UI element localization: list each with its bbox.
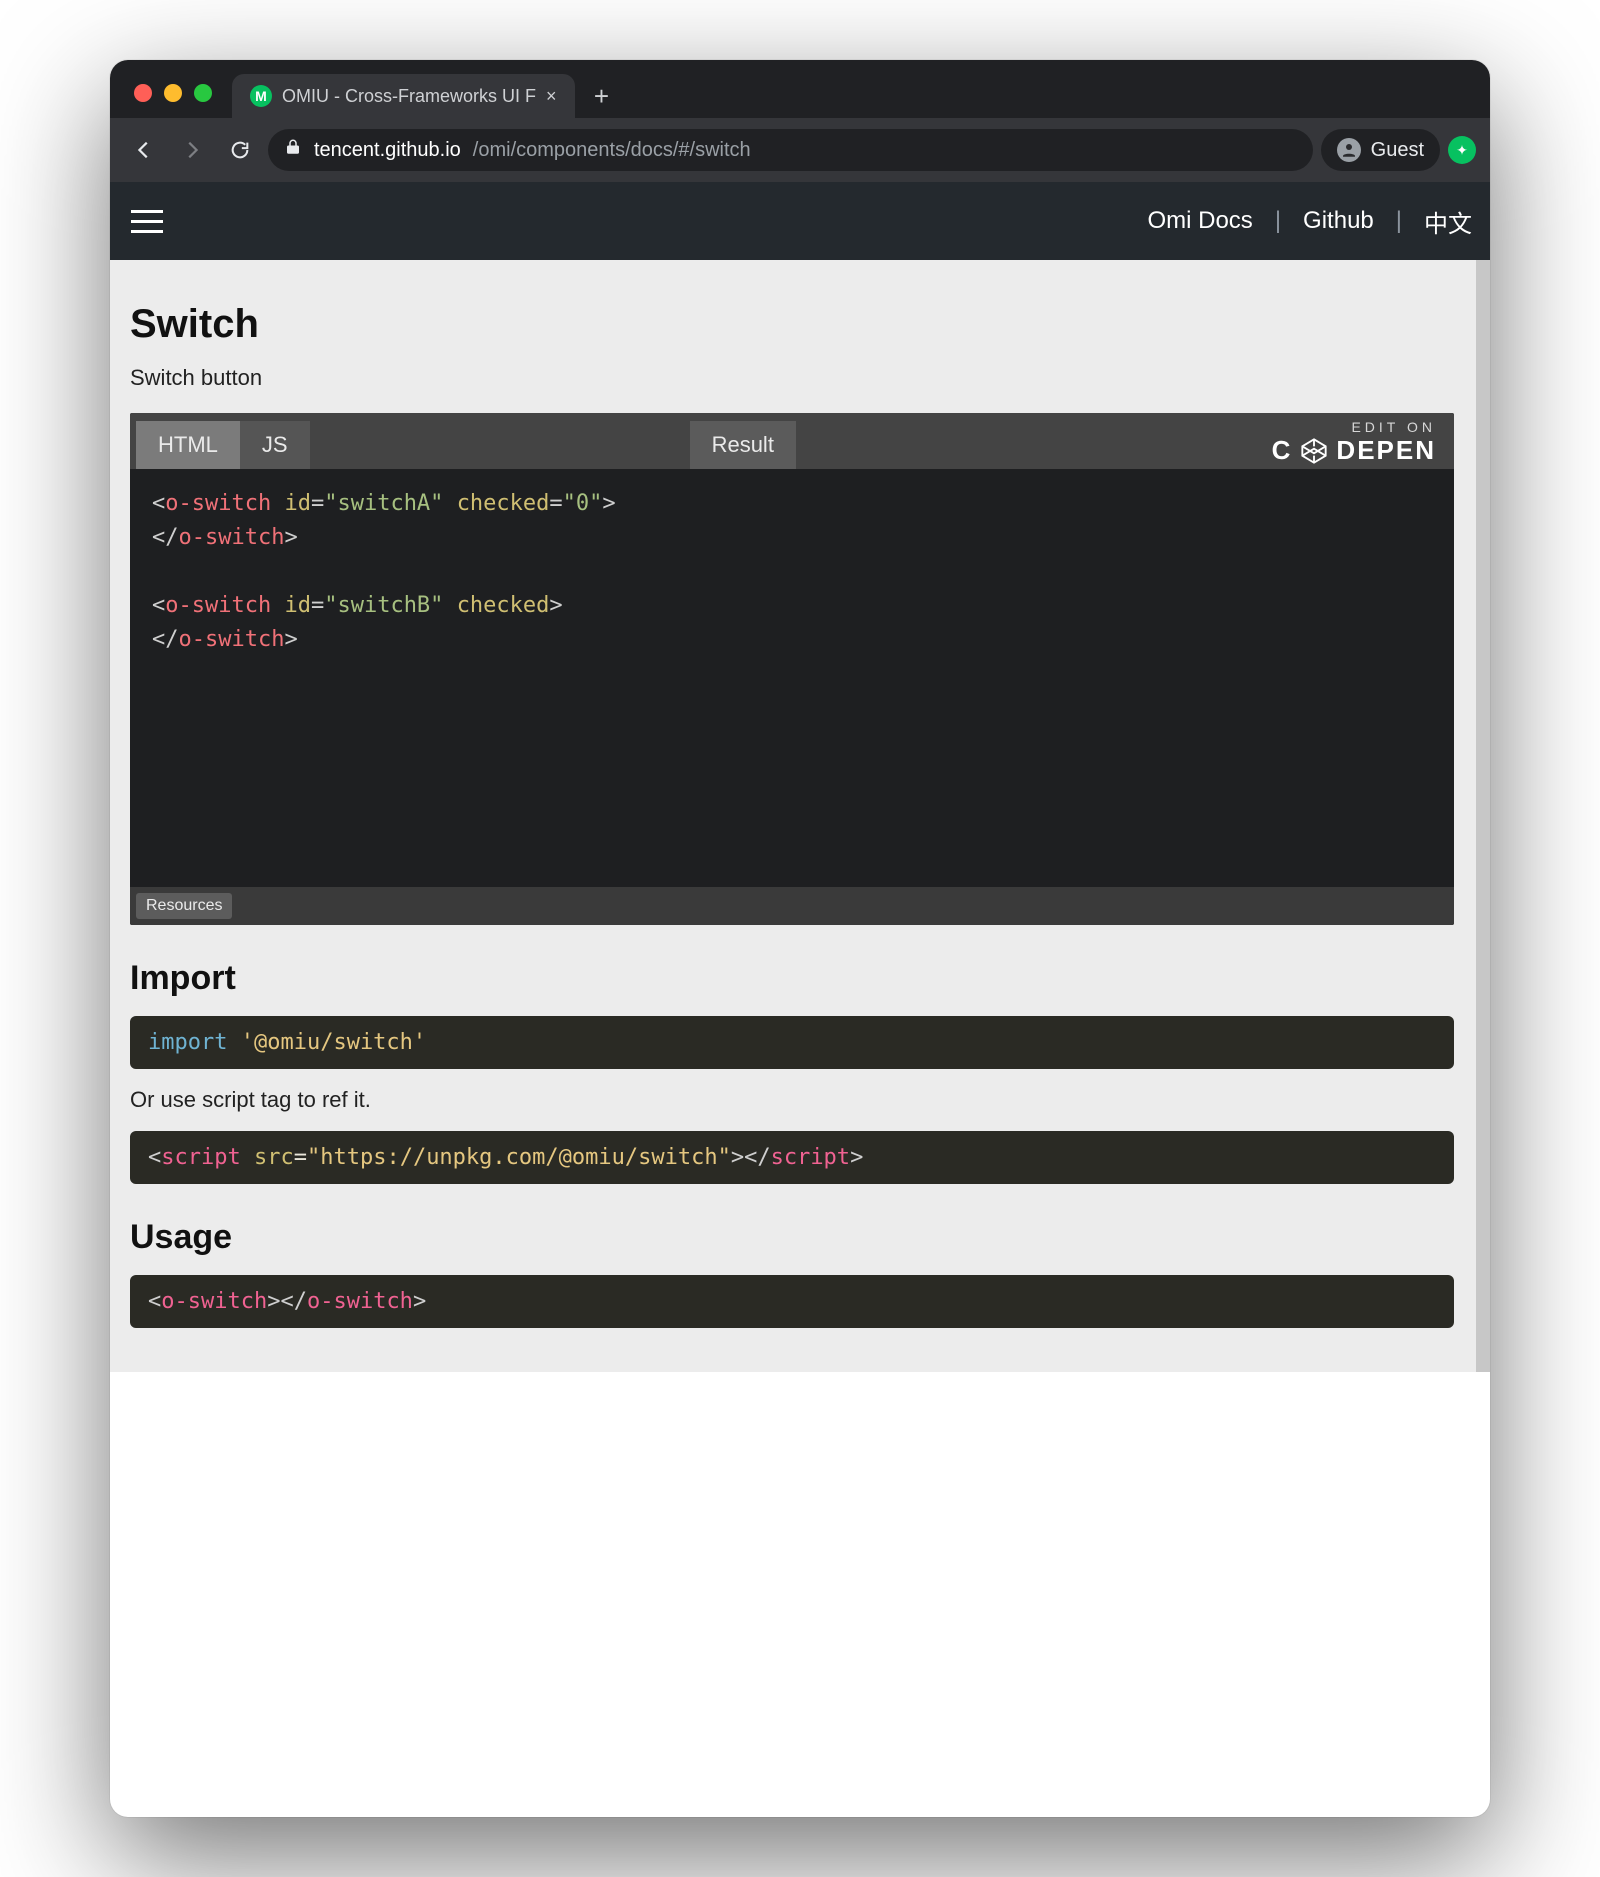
window-close-icon[interactable] bbox=[134, 84, 152, 102]
browser-toolbar: tencent.github.io/omi/components/docs/#/… bbox=[110, 118, 1490, 182]
hamburger-icon bbox=[131, 220, 163, 223]
tab-title: OMIU - Cross-Frameworks UI F bbox=[282, 86, 536, 107]
new-tab-button[interactable]: + bbox=[585, 79, 619, 113]
lock-icon bbox=[284, 138, 302, 162]
browser-window: M OMIU - Cross-Frameworks UI F × + tence… bbox=[110, 60, 1490, 1817]
codepen-code-area[interactable]: <o-switch id="switchA" checked="0"> </o-… bbox=[130, 469, 1454, 887]
codepen-logo-text-pre: C bbox=[1272, 435, 1293, 466]
reload-button[interactable] bbox=[220, 130, 260, 170]
nav-github[interactable]: Github bbox=[1303, 207, 1374, 235]
page-title: Switch bbox=[130, 302, 1454, 347]
codepen-tab-result[interactable]: Result bbox=[690, 421, 796, 469]
extension-icon[interactable]: ✦ bbox=[1448, 136, 1476, 164]
url-path: /omi/components/docs/#/switch bbox=[473, 139, 751, 162]
tab-strip: M OMIU - Cross-Frameworks UI F × + bbox=[110, 60, 1490, 118]
back-button[interactable] bbox=[124, 130, 164, 170]
codepen-tab-js[interactable]: JS bbox=[240, 421, 310, 469]
code-script-tag[interactable]: <script src="https://unpkg.com/@omiu/swi… bbox=[130, 1131, 1454, 1184]
page-body: Switch Switch button HTML JS Result EDIT… bbox=[110, 260, 1490, 1372]
header-nav: Omi Docs | Github | 中文 bbox=[1147, 204, 1472, 239]
codepen-resources-button[interactable]: Resources bbox=[136, 893, 232, 919]
tab-close-icon[interactable]: × bbox=[546, 86, 557, 107]
codepen-footer: Resources bbox=[130, 887, 1454, 925]
profile-guest-chip[interactable]: Guest bbox=[1321, 129, 1440, 171]
note-text: Or use script tag to ref it. bbox=[130, 1087, 1454, 1113]
code-usage[interactable]: <o-switch></o-switch> bbox=[130, 1275, 1454, 1328]
codepen-logo-icon bbox=[1300, 437, 1328, 465]
divider: | bbox=[1275, 207, 1281, 235]
codepen-edit-on-label: EDIT ON bbox=[1272, 419, 1436, 435]
reload-icon bbox=[229, 139, 251, 161]
page-subtitle: Switch button bbox=[130, 365, 1454, 391]
profile-label: Guest bbox=[1371, 139, 1424, 162]
tab-favicon-icon: M bbox=[250, 85, 272, 107]
traffic-lights bbox=[124, 84, 222, 118]
codepen-logo-text-post: DEPEN bbox=[1336, 435, 1436, 466]
address-bar[interactable]: tencent.github.io/omi/components/docs/#/… bbox=[268, 129, 1313, 171]
window-minimize-icon[interactable] bbox=[164, 84, 182, 102]
nav-omi-docs[interactable]: Omi Docs bbox=[1147, 207, 1252, 235]
arrow-left-icon bbox=[133, 139, 155, 161]
browser-chrome: M OMIU - Cross-Frameworks UI F × + tence… bbox=[110, 60, 1490, 182]
usage-heading: Usage bbox=[130, 1218, 1454, 1257]
codepen-embed: HTML JS Result EDIT ON C DEPEN <o-switch… bbox=[130, 413, 1454, 925]
nav-chinese[interactable]: 中文 bbox=[1424, 204, 1472, 239]
codepen-tab-html[interactable]: HTML bbox=[136, 421, 240, 469]
code-import[interactable]: import '@omiu/switch' bbox=[130, 1016, 1454, 1069]
avatar-icon bbox=[1337, 138, 1361, 162]
window-zoom-icon[interactable] bbox=[194, 84, 212, 102]
browser-tab[interactable]: M OMIU - Cross-Frameworks UI F × bbox=[232, 74, 575, 118]
url-host: tencent.github.io bbox=[314, 139, 461, 162]
divider: | bbox=[1396, 207, 1402, 235]
import-heading: Import bbox=[130, 959, 1454, 998]
menu-button[interactable] bbox=[120, 194, 174, 248]
site-header: Omi Docs | Github | 中文 bbox=[110, 182, 1490, 260]
arrow-right-icon bbox=[181, 139, 203, 161]
codepen-brand[interactable]: EDIT ON C DEPEN bbox=[1272, 419, 1436, 466]
forward-button[interactable] bbox=[172, 130, 212, 170]
codepen-tabs: HTML JS Result EDIT ON C DEPEN bbox=[130, 413, 1454, 469]
